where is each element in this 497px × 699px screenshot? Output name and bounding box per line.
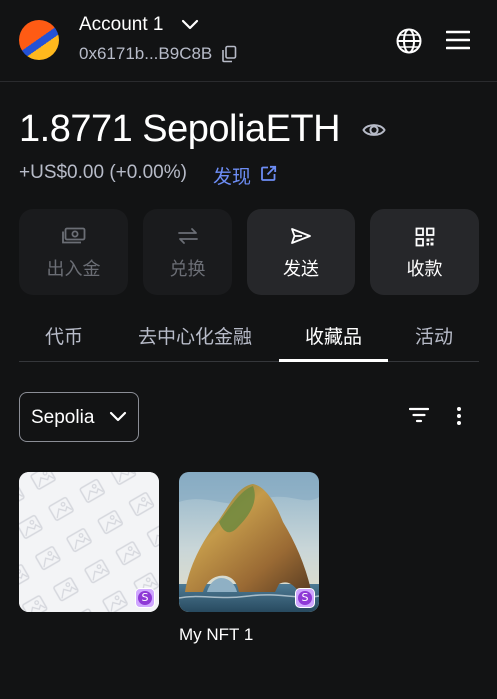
fiat-change: +US$0.00 (+0.00%)	[19, 162, 187, 183]
balance-currency: SepoliaETH	[142, 108, 341, 150]
network-filter-select[interactable]: Sepolia	[19, 392, 139, 442]
receive-label: 收款	[406, 259, 443, 279]
receive-button[interactable]: 收款	[370, 209, 479, 295]
chevron-down-icon[interactable]	[181, 18, 199, 32]
send-icon	[291, 228, 311, 244]
buy-sell-label: 出入金	[46, 259, 101, 279]
account-avatar[interactable]	[19, 20, 59, 60]
buy-sell-button[interactable]: 出入金	[19, 209, 128, 295]
sort-filter-icon[interactable]	[409, 407, 429, 423]
eye-icon[interactable]	[362, 120, 386, 140]
external-link-icon[interactable]	[260, 165, 277, 182]
account-name[interactable]: Account 1	[79, 14, 164, 36]
tab-activity[interactable]: 活动	[394, 322, 474, 349]
send-label: 发送	[283, 259, 319, 279]
tab-defi[interactable]: 去中心化金融	[119, 322, 271, 349]
network-filter-label: Sepolia	[31, 407, 95, 428]
menu-icon[interactable]	[446, 30, 470, 50]
buy-sell-icon	[61, 227, 85, 244]
active-tab-indicator	[279, 359, 388, 362]
tab-collectibles[interactable]: 收藏品	[279, 322, 388, 349]
network-badge: S	[135, 588, 155, 608]
balance-display: 1.8771 SepoliaETH	[19, 108, 341, 151]
tab-tokens[interactable]: 代币	[19, 322, 109, 349]
nft-card[interactable]: S	[179, 472, 319, 612]
more-options-icon[interactable]	[455, 406, 463, 426]
qr-code-icon	[415, 227, 434, 247]
nft-name: My NFT 1	[179, 625, 254, 644]
balance-amount: 1.8771	[19, 108, 133, 150]
globe-icon[interactable]	[395, 27, 423, 55]
header: Account 1 0x6171b...B9C8B	[0, 0, 497, 82]
send-button[interactable]: 发送	[247, 209, 355, 295]
asset-tabs: 代币 去中心化金融 收藏品 活动	[19, 316, 479, 362]
nft-card[interactable]: S	[19, 472, 159, 612]
network-badge: S	[295, 588, 315, 608]
swap-button[interactable]: 兑换	[143, 209, 232, 295]
swap-label: 兑换	[169, 259, 206, 279]
copy-icon[interactable]	[221, 45, 237, 63]
account-address: 0x6171b...B9C8B	[79, 44, 213, 63]
chevron-down-icon	[109, 411, 127, 422]
discover-link[interactable]: 发现	[213, 162, 251, 189]
swap-icon	[177, 228, 198, 244]
